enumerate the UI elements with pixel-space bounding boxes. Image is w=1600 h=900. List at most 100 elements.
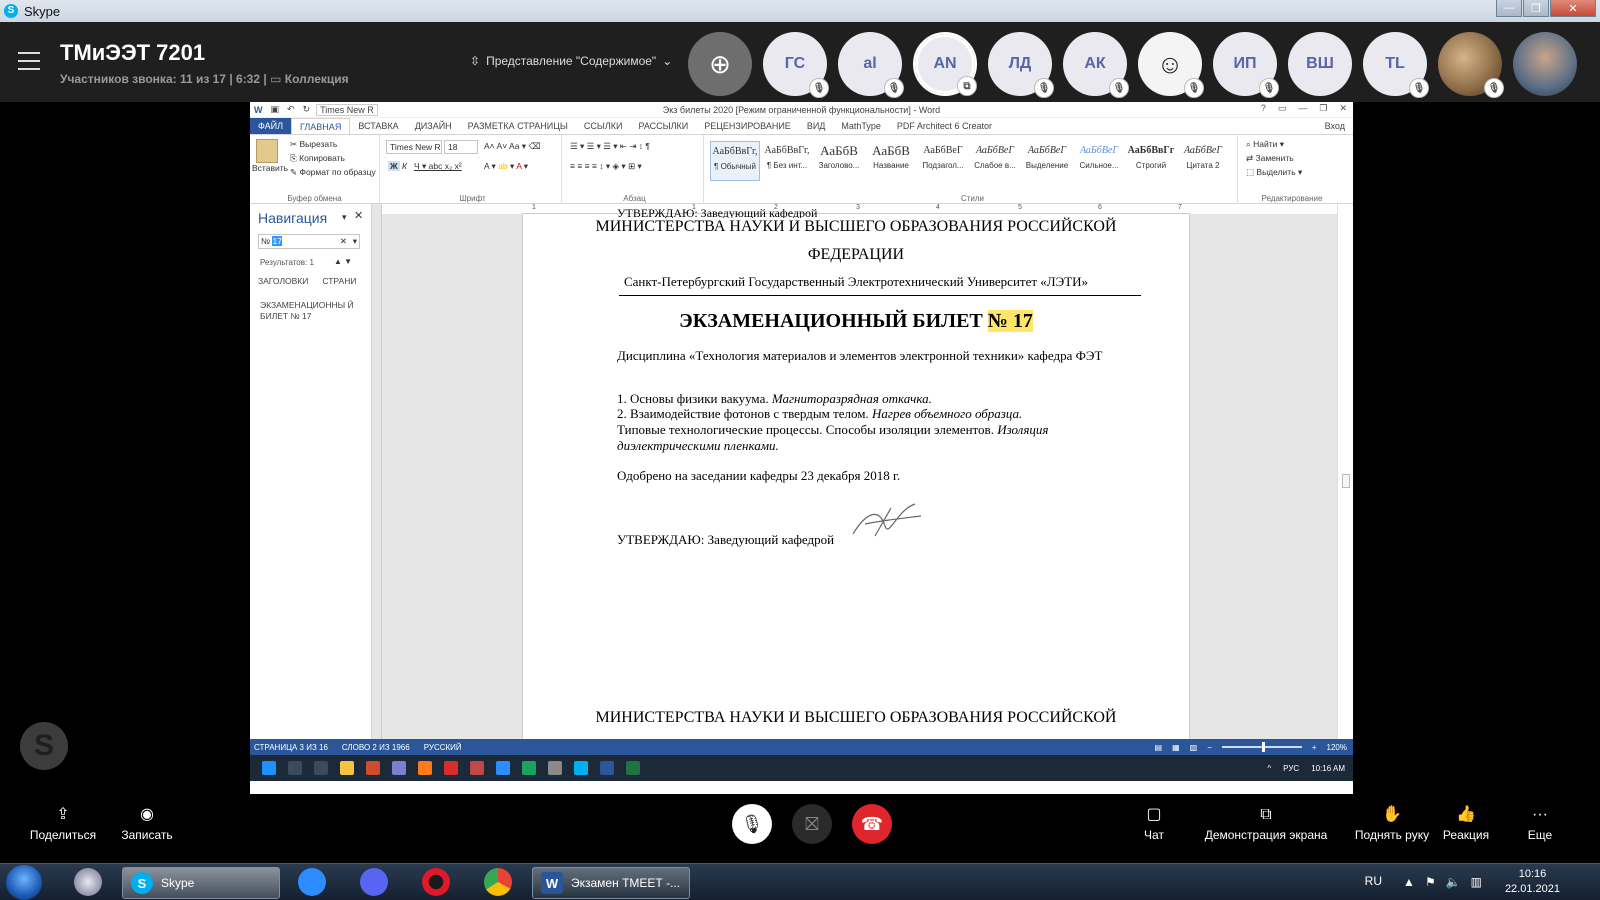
tray-app-icon[interactable]: ⚑ <box>1425 875 1436 889</box>
list-icons[interactable]: ☰ ▾ ☰ ▾ ☰ ▾ ⇤ ⇥ ↕ ¶ <box>570 141 650 152</box>
copy-button[interactable]: ⎘ Копировать <box>290 153 345 164</box>
result-nav-arrows[interactable]: ▲ ▼ <box>334 257 352 266</box>
cut-button[interactable]: ✂ Вырезать <box>290 139 337 150</box>
view-mode-dropdown[interactable]: ⇳ Представление "Содержимое" ⌄ <box>470 54 672 68</box>
nav-dropdown-icon[interactable]: ▾ <box>342 212 347 223</box>
tab-mathtype[interactable]: MathType <box>833 118 889 134</box>
more-button[interactable]: ··· Еще <box>1520 802 1560 842</box>
font-name-box[interactable]: Times New R <box>386 140 442 154</box>
tab-view[interactable]: ВИД <box>799 118 834 134</box>
volume-icon[interactable]: 🔈 <box>1446 875 1461 889</box>
participant-avatar[interactable]: ЛД 🎙 <box>988 32 1054 98</box>
paste-icon[interactable] <box>256 139 278 163</box>
maximize-button[interactable]: ❐ <box>1523 0 1549 17</box>
select-button[interactable]: ⬚ Выделить ▾ <box>1246 167 1302 178</box>
close-icon[interactable]: ✕ <box>1339 103 1347 114</box>
search-options-icon[interactable]: ▾ <box>353 235 357 248</box>
scroll-thumb[interactable] <box>1342 474 1350 488</box>
style-title[interactable]: АаБбВ Название <box>866 141 916 181</box>
style-emphasis[interactable]: АаБбВеГ Выделение <box>1022 141 1072 181</box>
document-page[interactable]: УТВЕРЖДАЮ: Заведующий кафедрой МИНИСТЕРС… <box>522 206 1190 739</box>
language-indicator[interactable]: RU <box>1365 874 1382 888</box>
share-button[interactable]: ⇪ Поделиться <box>28 802 98 842</box>
find-button[interactable]: ⌕ Найти ▾ <box>1246 139 1284 150</box>
clear-search-icon[interactable]: ✕ <box>340 235 347 248</box>
tab-mailings[interactable]: РАССЫЛКИ <box>630 118 696 134</box>
chrome-icon[interactable] <box>484 868 512 896</box>
tab-file[interactable]: ФАЙЛ <box>250 118 292 134</box>
zoom-app-icon[interactable] <box>298 868 326 896</box>
participant-avatar-photo[interactable] <box>1513 32 1577 96</box>
tab-insert[interactable]: ВСТАВКА <box>350 118 406 134</box>
start-button[interactable] <box>6 865 42 900</box>
style-intense[interactable]: АаБбВеГ Сильное... <box>1074 141 1124 181</box>
style-subtle-emphasis[interactable]: АаБбВеГ Слабое в... <box>970 141 1020 181</box>
style-heading[interactable]: АаБбВ Заголово... <box>814 141 864 181</box>
participant-avatar-speaking[interactable]: AN ⧉ <box>913 32 977 96</box>
tab-references[interactable]: ССЫЛКИ <box>576 118 631 134</box>
zoom-in-icon[interactable]: + <box>1312 743 1317 752</box>
document-area[interactable]: УТВЕРЖДАЮ: Заведующий кафедрой МИНИСТЕРС… <box>382 206 1337 739</box>
minimize-button[interactable]: — <box>1496 0 1522 17</box>
bold-button[interactable]: Ж <box>388 161 400 171</box>
paint-app-icon[interactable] <box>74 868 102 896</box>
reaction-button[interactable]: 👍 Реакция <box>1438 802 1494 842</box>
add-participant-button[interactable]: ⊕ <box>688 32 752 96</box>
format-painter-button[interactable]: ✎ Формат по образцу <box>290 167 376 178</box>
mic-button[interactable]: 🎙 <box>732 804 772 844</box>
status-lang[interactable]: РУССКИЙ <box>424 743 462 752</box>
tab-pdf-architect[interactable]: PDF Architect 6 Creator <box>889 118 1000 134</box>
paste-button[interactable]: Вставить <box>252 163 288 173</box>
network-icon[interactable]: ▥ <box>1471 875 1482 889</box>
screen-share-button[interactable]: ⧉ Демонстрация экрана <box>1198 802 1334 842</box>
nav-tab-headings[interactable]: ЗАГОЛОВКИ <box>258 276 308 286</box>
participant-avatar[interactable]: ВШ <box>1288 32 1352 96</box>
record-button[interactable]: ◉ Записать <box>112 802 182 842</box>
participant-avatar[interactable]: al 🎙 <box>838 32 904 98</box>
sign-in-link[interactable]: Вход <box>1317 118 1353 134</box>
tab-review[interactable]: РЕЦЕНЗИРОВАНИЕ <box>696 118 799 134</box>
print-layout-icon[interactable]: ▦ <box>1172 743 1180 752</box>
close-button[interactable]: ✕ <box>1550 0 1596 17</box>
nav-search-result[interactable]: ЭКЗАМЕНАЦИОННЫ Й БИЛЕТ № 17 <box>260 300 360 322</box>
chat-button[interactable]: ▢ Чат <box>1132 802 1176 842</box>
underline-button[interactable]: Ч ▾ abc x₂ x² <box>414 161 462 172</box>
participant-avatar-photo[interactable]: 🎙 <box>1438 32 1504 98</box>
replace-button[interactable]: ⇄ Заменить <box>1246 153 1294 164</box>
style-quote[interactable]: АаБбВеГ Цитата 2 <box>1178 141 1228 181</box>
vertical-scrollbar[interactable] <box>1337 204 1353 739</box>
align-icons[interactable]: ≡ ≡ ≡ ≡ ↕ ▾ ◈ ▾ ⊞ ▾ <box>570 161 642 172</box>
status-words[interactable]: СЛОВО 2 ИЗ 1966 <box>342 743 410 752</box>
italic-button[interactable]: К <box>402 161 407 171</box>
camera-button[interactable]: ⛝ <box>792 804 832 844</box>
zoom-out-icon[interactable]: − <box>1207 743 1212 752</box>
discord-icon[interactable] <box>360 868 388 896</box>
grow-shrink-font-icons[interactable]: A˄ A˅ Aa ▾ ⌫ <box>484 141 540 152</box>
collection-link[interactable]: Коллекция <box>285 72 349 86</box>
menu-icon[interactable] <box>18 52 40 70</box>
system-clock[interactable]: 10:16 22.01.2021 <box>1505 867 1560 897</box>
text-effects-icons[interactable]: A ▾ ab ▾ A ▾ <box>484 161 528 172</box>
help-icon[interactable]: ? <box>1261 103 1266 114</box>
tab-design[interactable]: ДИЗАЙН <box>407 118 460 134</box>
style-subtitle[interactable]: АаБбВеГ Подзагол... <box>918 141 968 181</box>
raise-hand-button[interactable]: ✋ Поднять руку <box>1344 802 1440 842</box>
minimize-icon[interactable]: — <box>1298 103 1307 114</box>
participant-avatar-image[interactable]: ☺ 🎙 <box>1138 32 1204 98</box>
participant-avatar[interactable]: АК 🎙 <box>1063 32 1129 98</box>
ribbon-options-icon[interactable]: ▭ <box>1278 103 1287 114</box>
style-no-spacing[interactable]: АаБбВвГг, ¶ Без инт... <box>762 141 812 181</box>
participant-avatar[interactable]: ГС 🎙 <box>763 32 829 98</box>
participant-avatar[interactable]: ИП 🎙 <box>1213 32 1279 98</box>
tray-up-icon[interactable]: ▲ <box>1403 875 1415 889</box>
tab-home[interactable]: ГЛАВНАЯ <box>291 117 351 135</box>
web-layout-icon[interactable]: ▧ <box>1190 743 1198 752</box>
read-mode-icon[interactable]: ▤ <box>1155 743 1163 752</box>
taskbar-word[interactable]: W Экзамен ТМЕЕТ -... <box>532 867 690 899</box>
tab-layout[interactable]: РАЗМЕТКА СТРАНИЦЫ <box>460 118 576 134</box>
font-size-box[interactable]: 18 <box>444 140 478 154</box>
status-page[interactable]: СТРАНИЦА 3 ИЗ 16 <box>254 743 328 752</box>
style-normal[interactable]: АаБбВвГг, ¶ Обычный <box>710 141 760 181</box>
nav-search-input[interactable]: № 17 ✕ ▾ <box>258 234 360 249</box>
nav-tab-pages[interactable]: СТРАНИ <box>322 276 356 286</box>
